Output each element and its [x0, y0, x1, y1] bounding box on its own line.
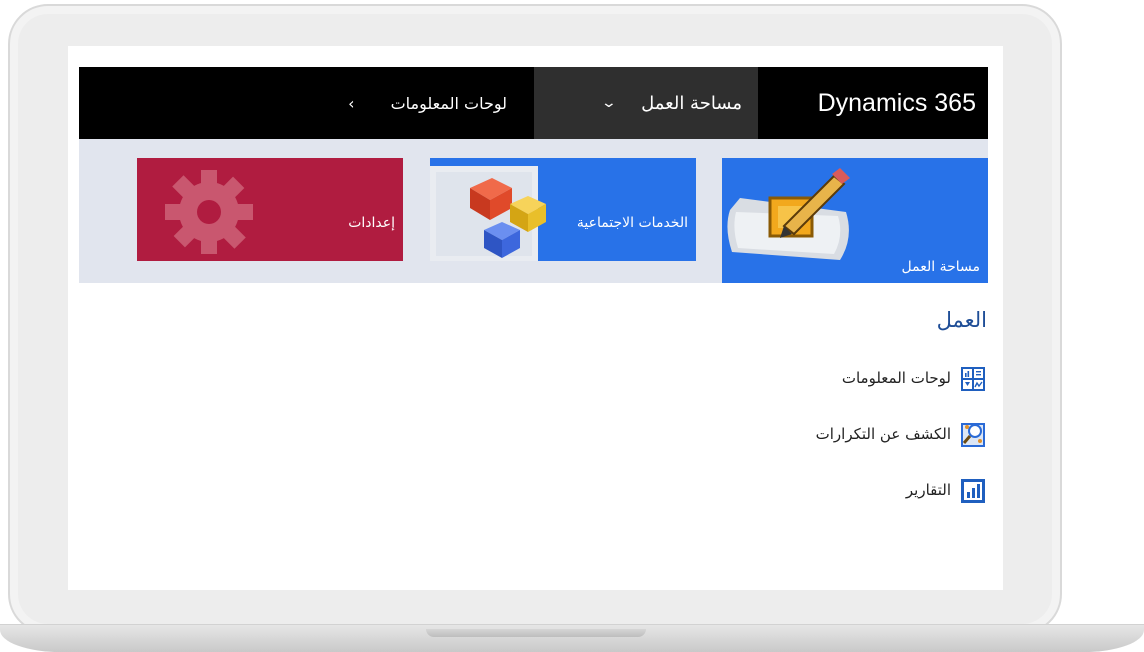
area-tile-strip: مساحة العمل الخدمات الاجتماعية إعدادات	[79, 139, 988, 283]
reports-icon	[961, 479, 985, 503]
link-reports[interactable]: التقارير	[816, 472, 985, 508]
brand-title[interactable]: Dynamics 365	[758, 67, 988, 139]
duplicate-detection-icon	[961, 423, 985, 447]
area-selector-button[interactable]: ⌄ مساحة العمل	[534, 67, 758, 139]
app-screen: Dynamics 365 ⌄ مساحة العمل ‹ لوحات المعل…	[68, 46, 1003, 590]
top-nav-bar: Dynamics 365 ⌄ مساحة العمل ‹ لوحات المعل…	[79, 67, 988, 139]
link-duplicate-detection-label: الكشف عن التكرارات	[815, 425, 951, 443]
section-link-list: لوحات المعلومات الكشف عن التكرارات التقا…	[816, 360, 985, 528]
tile-settings[interactable]: إعدادات	[137, 158, 403, 261]
area-selector-label: مساحة العمل	[641, 92, 742, 114]
dashboard-icon	[961, 367, 985, 391]
link-dashboards[interactable]: لوحات المعلومات	[816, 360, 985, 396]
link-duplicate-detection[interactable]: الكشف عن التكرارات	[816, 416, 985, 452]
gear-icon	[165, 170, 253, 254]
chevron-down-icon: ⌄	[601, 95, 618, 111]
chevron-left-icon: ‹	[348, 93, 355, 113]
tile-social-services[interactable]: الخدمات الاجتماعية	[430, 158, 696, 261]
tile-workplace-label: مساحة العمل	[901, 259, 980, 275]
link-reports-label: التقارير	[905, 481, 951, 499]
breadcrumb-label: لوحات المعلومات	[390, 93, 507, 113]
tile-workplace[interactable]: مساحة العمل	[722, 158, 988, 283]
tile-settings-label: إعدادات	[348, 215, 395, 231]
social-services-icon	[430, 166, 546, 261]
workplace-icon	[727, 168, 850, 260]
section-title: العمل	[936, 308, 987, 332]
link-dashboards-label: لوحات المعلومات	[841, 369, 951, 387]
breadcrumb-dashboards[interactable]: ‹ لوحات المعلومات	[348, 67, 507, 139]
tile-social-label: الخدمات الاجتماعية	[576, 215, 688, 231]
laptop-notch	[426, 629, 646, 637]
